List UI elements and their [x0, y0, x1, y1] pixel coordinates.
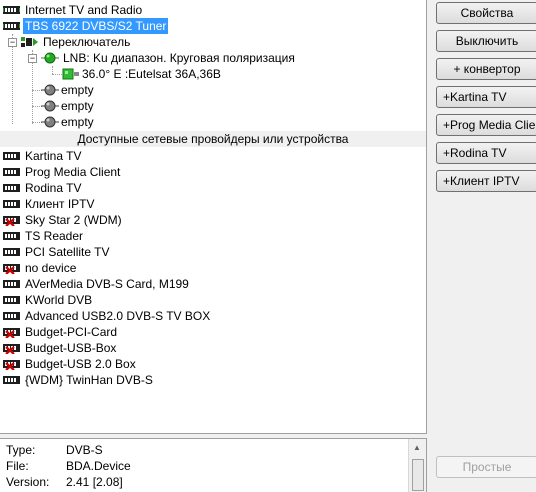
provider-item[interactable]: no device — [0, 260, 420, 276]
device-icon — [3, 152, 20, 160]
tree-item-label: Переключатель — [43, 35, 131, 49]
add-prog-media-client-button[interactable]: +Prog Media Client — [436, 114, 536, 136]
tree-item-internet-tv[interactable]: Internet TV and Radio — [0, 2, 420, 18]
tree-item-label: empty — [61, 115, 94, 129]
provider-item[interactable]: TS Reader — [0, 228, 420, 244]
scroll-up-icon[interactable]: ▲ — [413, 443, 421, 452]
providers-section-header: Доступные сетевые провойдеры или устройс… — [0, 131, 426, 147]
tree-item-satellite[interactable]: 36.0° E :Eutelsat 36A,36B — [0, 66, 420, 82]
switch-icon — [21, 37, 38, 47]
lnb-empty-icon — [41, 84, 59, 96]
add-rodina-tv-button[interactable]: +Rodina TV — [436, 142, 536, 164]
tree-item-tbs-tuner[interactable]: TBS 6922 DVBS/S2 Tuner — [0, 18, 420, 34]
device-icon — [3, 168, 20, 176]
tree-item-label: TBS 6922 DVBS/S2 Tuner — [23, 18, 169, 34]
provider-item[interactable]: Prog Media Client — [0, 164, 420, 180]
device-icon — [3, 280, 20, 288]
device-icon — [3, 296, 20, 304]
tree-item-label: Internet TV and Radio — [25, 3, 143, 17]
provider-label: PCI Satellite TV — [25, 245, 110, 259]
provider-item[interactable]: AVerMedia DVB-S Card, M199 — [0, 276, 420, 292]
device-icon — [3, 232, 20, 240]
add-kartina-tv-button[interactable]: +Kartina TV — [436, 86, 536, 108]
provider-label: Budget-PCI-Card — [25, 325, 118, 339]
tree-item-label: empty — [61, 99, 94, 113]
provider-label: Prog Media Client — [25, 165, 121, 179]
tree-item-empty-slot[interactable]: empty — [0, 82, 420, 98]
device-icon — [3, 22, 20, 30]
provider-item[interactable]: Advanced USB2.0 DVB-S TV BOX — [0, 308, 420, 324]
tree-item-lnb[interactable]: − LNB: Ku диапазон. Круговая поляризация — [0, 50, 420, 66]
provider-label: Budget-USB-Box — [25, 341, 117, 355]
provider-label: Sky Star 2 (WDM) — [25, 213, 122, 227]
tree-item-empty-slot[interactable]: empty — [0, 114, 420, 130]
provider-item[interactable]: Sky Star 2 (WDM) — [0, 212, 420, 228]
device-error-icon — [3, 328, 20, 338]
provider-label: Rodina TV — [25, 181, 82, 195]
info-value: 2.41 [2.08] — [66, 475, 123, 489]
disable-button[interactable]: Выключить — [436, 30, 536, 52]
properties-button[interactable]: Свойства — [436, 2, 536, 24]
provider-label: {WDM} TwinHan DVB-S — [25, 373, 153, 387]
device-error-icon — [3, 344, 20, 354]
tree-item-switch[interactable]: − Переключатель — [0, 34, 420, 50]
provider-item[interactable]: Rodina TV — [0, 180, 420, 196]
collapse-toggle[interactable]: − — [8, 38, 17, 47]
device-error-icon — [3, 264, 20, 274]
provider-item[interactable]: KWorld DVB — [0, 292, 420, 308]
tree-item-label: empty — [61, 83, 94, 97]
device-icon — [3, 6, 20, 14]
provider-item[interactable]: PCI Satellite TV — [0, 244, 420, 260]
provider-item[interactable]: {WDM} TwinHan DVB-S — [0, 372, 420, 388]
lnb-empty-icon — [41, 100, 59, 112]
info-scrollbar[interactable]: ▲ — [408, 439, 426, 492]
provider-label: TS Reader — [25, 229, 84, 243]
info-key: Type: — [6, 443, 36, 457]
device-info-panel: Type: DVB-S File: BDA.Device Version: 2.… — [0, 438, 427, 492]
device-tree[interactable]: Internet TV and Radio TBS 6922 DVBS/S2 T… — [0, 0, 427, 434]
provider-label: Kartina TV — [25, 149, 82, 163]
scrollbar-thumb[interactable] — [412, 459, 424, 491]
lnb-empty-icon — [41, 116, 59, 128]
provider-label: AVerMedia DVB-S Card, M199 — [25, 277, 189, 291]
provider-label: no device — [25, 261, 77, 275]
device-error-icon — [3, 360, 20, 370]
device-icon — [3, 184, 20, 192]
provider-item[interactable]: Budget-USB-Box — [0, 340, 420, 356]
device-icon — [3, 312, 20, 320]
info-key: File: — [6, 459, 29, 473]
provider-label: Клиент IPTV — [25, 197, 95, 211]
info-value: BDA.Device — [66, 459, 131, 473]
device-error-icon — [3, 216, 20, 226]
provider-item[interactable]: Budget-PCI-Card — [0, 324, 420, 340]
info-key: Version: — [6, 475, 50, 489]
provider-item[interactable]: Budget-USB 2.0 Box — [0, 356, 420, 372]
info-value: DVB-S — [66, 443, 103, 457]
device-icon — [3, 200, 20, 208]
tree-item-empty-slot[interactable]: empty — [0, 98, 420, 114]
device-icon — [3, 376, 20, 384]
provider-item[interactable]: Клиент IPTV — [0, 196, 420, 212]
collapse-toggle[interactable]: − — [28, 54, 37, 63]
provider-label: Advanced USB2.0 DVB-S TV BOX — [25, 309, 211, 323]
lnb-icon — [41, 52, 59, 64]
provider-label: KWorld DVB — [25, 293, 93, 307]
provider-item[interactable]: Kartina TV — [0, 148, 420, 164]
add-converter-button[interactable]: + конвертор — [436, 58, 536, 80]
tree-item-label: LNB: Ku диапазон. Круговая поляризация — [63, 51, 295, 65]
add-iptv-client-button[interactable]: +Клиент IPTV — [436, 170, 536, 192]
tree-item-label: 36.0° E :Eutelsat 36A,36B — [82, 67, 221, 81]
device-icon — [3, 248, 20, 256]
satellite-icon — [62, 68, 79, 80]
provider-label: Budget-USB 2.0 Box — [25, 357, 136, 371]
simple-button[interactable]: Простые — [436, 456, 536, 478]
